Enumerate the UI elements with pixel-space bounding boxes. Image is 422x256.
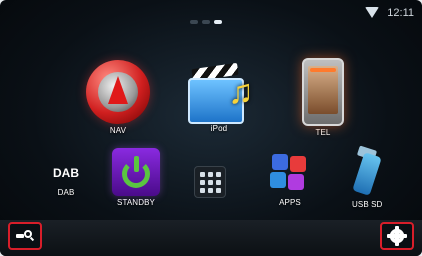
nav-icon xyxy=(86,60,150,124)
dab-icon: DAB xyxy=(53,166,79,180)
wifi-icon xyxy=(365,7,380,19)
usb-sd-icon xyxy=(352,145,382,198)
app-grid-icon xyxy=(194,166,226,198)
app-tile-nav[interactable]: NAV xyxy=(86,60,150,135)
app-tile-tel[interactable]: TEL xyxy=(302,58,344,137)
app-label-ipod: iPod xyxy=(210,124,228,133)
tel-icon xyxy=(302,58,344,126)
search-icon xyxy=(16,229,35,243)
app-tile-grid[interactable] xyxy=(194,166,226,198)
clock: 12:11 xyxy=(387,7,414,19)
page-dot-active[interactable] xyxy=(214,20,222,24)
app-tile-usb-sd[interactable]: USB SD xyxy=(352,145,383,209)
page-indicator xyxy=(190,20,250,26)
page-dot[interactable] xyxy=(190,20,198,24)
app-label-nav: NAV xyxy=(109,126,127,135)
app-tile-standby[interactable]: STANDBY xyxy=(112,148,160,207)
app-label-tel: TEL xyxy=(315,128,331,137)
bottom-bar xyxy=(0,220,422,256)
search-button[interactable] xyxy=(8,222,42,250)
app-label-dab: DAB xyxy=(57,188,75,197)
app-label-usb-sd: USB SD xyxy=(352,200,383,209)
app-tile-ipod[interactable]: ♫ iPod xyxy=(184,62,254,133)
standby-icon xyxy=(112,148,160,196)
home-screen: 12:11 NAV ♫ iPod TEL DAB DAB STANDBY APP… xyxy=(0,0,422,256)
app-label-standby: STANDBY xyxy=(117,198,155,207)
ipod-icon: ♫ xyxy=(184,62,254,124)
apps-icon xyxy=(270,154,310,196)
app-tile-dab[interactable]: DAB DAB xyxy=(44,160,88,197)
settings-button[interactable] xyxy=(380,222,414,250)
gear-icon xyxy=(389,226,405,246)
app-label-apps: APPS xyxy=(279,198,301,207)
page-dot[interactable] xyxy=(202,20,210,24)
app-tile-apps[interactable]: APPS xyxy=(270,154,310,207)
status-bar: 12:11 xyxy=(365,6,414,20)
